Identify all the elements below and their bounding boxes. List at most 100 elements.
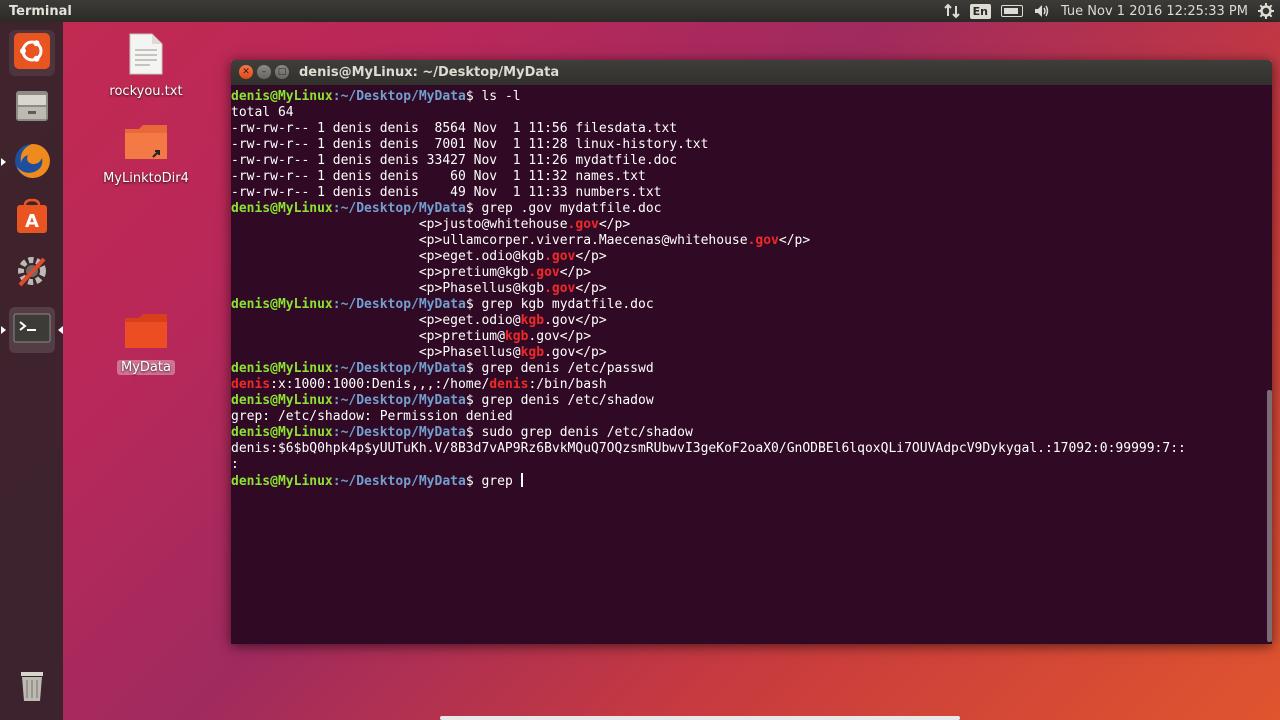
dash-home-button[interactable] — [9, 30, 55, 76]
volume-icon[interactable] — [1033, 3, 1051, 19]
output-text: </p> — [559, 265, 592, 280]
ubuntu-logo-icon — [14, 33, 50, 73]
output-text: :/bin/bash — [528, 377, 607, 392]
match-highlight: kgb — [504, 329, 529, 344]
desktop-icon-label: rockyou.txt — [109, 84, 183, 99]
desktop-icon-label: MyLinktoDir4 — [103, 171, 189, 186]
prompt-path: :~/Desktop/MyData — [332, 297, 466, 312]
prompt-path: :~/Desktop/MyData — [332, 201, 466, 216]
match-highlight: denis — [231, 377, 271, 392]
prompt-line: denis@MyLinux:~/Desktop/MyData$ ls -l — [231, 89, 1272, 105]
prompt-path: :~/Desktop/MyData — [332, 474, 466, 489]
keyboard-layout-indicator[interactable]: En — [969, 3, 991, 19]
command-text: $ ls -l — [465, 89, 521, 104]
match-highlight: denis — [489, 377, 529, 392]
minimize-button[interactable]: – — [257, 65, 271, 79]
scrollbar[interactable] — [1267, 390, 1272, 642]
terminal-output[interactable]: denis@MyLinux:~/Desktop/MyData$ ls -l tot… — [231, 85, 1272, 644]
launcher: A — [0, 22, 63, 720]
grep-match-line: <p>eget.odio@kgb.gov</p> — [231, 249, 1272, 265]
terminal-button[interactable] — [9, 307, 55, 353]
settings-icon — [12, 251, 52, 295]
match-highlight: kgb — [520, 313, 545, 328]
prompt-user: denis@MyLinux — [231, 361, 333, 376]
desktop-icon-label: MyData — [117, 360, 175, 375]
grep-match-line: <p>Phasellus@kgb.gov</p> — [231, 281, 1272, 297]
command-text: $ grep — [465, 474, 521, 489]
output-text: denis:$6$bQ0hpk4p$yUUTuKh.V/8B3d7vAP9Rz6… — [231, 441, 1186, 456]
grep-match-line: <p>eget.odio@kgb.gov</p> — [231, 313, 1272, 329]
network-icon[interactable] — [943, 3, 960, 19]
text-file-icon — [91, 32, 201, 80]
output-text: grep: /etc/shadow: Permission denied — [231, 409, 513, 424]
match-highlight: .gov — [528, 265, 560, 280]
terminal-window: ✕ – □ denis@MyLinux: ~/Desktop/MyData de… — [231, 60, 1272, 644]
svg-text:A: A — [25, 211, 39, 232]
output-text: </p> — [575, 249, 607, 264]
command-text: $ grep denis /etc/passwd — [465, 361, 654, 376]
prompt-user: denis@MyLinux — [231, 89, 333, 104]
output-text: .gov</p> — [528, 329, 592, 344]
match-highlight: .gov — [567, 217, 599, 232]
grep-match-line: <p>pretium@kgb.gov</p> — [231, 265, 1272, 281]
prompt-user: denis@MyLinux — [231, 474, 333, 489]
output-text: <p>pretium@kgb — [231, 265, 529, 280]
gear-icon[interactable] — [1258, 3, 1274, 19]
top-panel: Terminal En Tue Nov 1 2016 12:25:33 PM — [0, 0, 1280, 22]
output-line: -rw-rw-r-- 1 denis denis 7001 Nov 1 11:2… — [231, 137, 1272, 153]
maximize-button[interactable]: □ — [275, 65, 289, 79]
output-text: </p> — [778, 233, 811, 248]
output-text: total 64 — [231, 105, 294, 120]
battery-icon[interactable] — [1000, 5, 1023, 17]
prompt-user: denis@MyLinux — [231, 297, 333, 312]
folder-icon — [91, 312, 201, 356]
match-highlight: .gov — [747, 233, 779, 248]
output-text: .gov</p> — [544, 345, 607, 360]
desktop-icon-mylinktodir4[interactable]: MyLinktoDir4 — [91, 123, 201, 186]
grep-match-line: denis:x:1000:1000:Denis,,,:/home/denis:/… — [231, 377, 1272, 393]
indicator-area: En Tue Nov 1 2016 12:25:33 PM — [943, 0, 1274, 22]
prompt-path: :~/Desktop/MyData — [332, 361, 466, 376]
grep-match-line: <p>Phasellus@kgb.gov</p> — [231, 345, 1272, 361]
output-text: </p> — [598, 217, 631, 232]
maximize-icon: □ — [277, 66, 287, 77]
output-text: <p>Phasellus@kgb — [231, 281, 545, 296]
close-button[interactable]: ✕ — [239, 65, 253, 79]
software-center-icon: A — [12, 197, 52, 241]
window-title: denis@MyLinux: ~/Desktop/MyData — [299, 65, 560, 80]
trash-icon — [12, 665, 52, 709]
desktop-icon-rockyou[interactable]: rockyou.txt — [91, 32, 201, 99]
text-cursor — [520, 473, 523, 487]
prompt-user: denis@MyLinux — [231, 393, 333, 408]
clock[interactable]: Tue Nov 1 2016 12:25:33 PM — [1061, 4, 1248, 19]
prompt-line: denis@MyLinux:~/Desktop/MyData$ grep den… — [231, 393, 1272, 409]
prompt-line: denis@MyLinux:~/Desktop/MyData$ grep .go… — [231, 201, 1272, 217]
window-titlebar[interactable]: ✕ – □ denis@MyLinux: ~/Desktop/MyData — [231, 60, 1272, 85]
trash-button[interactable] — [9, 664, 55, 710]
output-text: -rw-rw-r-- 1 denis denis 33427 Nov 1 11:… — [231, 153, 678, 168]
output-line: -rw-rw-r-- 1 denis denis 60 Nov 1 11:32 … — [231, 169, 1272, 185]
close-icon: ✕ — [242, 66, 250, 77]
output-line: -rw-rw-r-- 1 denis denis 49 Nov 1 11:33 … — [231, 185, 1272, 201]
output-line: -rw-rw-r-- 1 denis denis 33427 Nov 1 11:… — [231, 153, 1272, 169]
prompt-line: denis@MyLinux:~/Desktop/MyData$ grep kgb… — [231, 297, 1272, 313]
output-text: -rw-rw-r-- 1 denis denis 60 Nov 1 11:32 … — [231, 169, 646, 184]
command-text: $ grep denis /etc/shadow — [465, 393, 654, 408]
terminal-icon — [12, 308, 52, 352]
bottom-edge-bar — [440, 716, 960, 720]
system-settings-button[interactable] — [9, 250, 55, 296]
prompt-path: :~/Desktop/MyData — [332, 89, 466, 104]
output-line: : — [231, 457, 1272, 473]
output-text: : — [231, 457, 239, 472]
software-center-button[interactable]: A — [9, 196, 55, 242]
firefox-button[interactable] — [9, 140, 55, 186]
output-text: <p>pretium@ — [231, 329, 505, 344]
output-text: -rw-rw-r-- 1 denis denis 49 Nov 1 11:33 … — [231, 185, 662, 200]
prompt-line: denis@MyLinux:~/Desktop/MyData$ sudo gre… — [231, 425, 1272, 441]
minimize-icon: – — [261, 66, 267, 77]
folder-link-icon — [91, 123, 201, 167]
desktop-icon-mydata[interactable]: MyData — [91, 312, 201, 375]
output-text: <p>justo@whitehouse — [231, 217, 568, 232]
files-button[interactable] — [9, 84, 55, 130]
grep-match-line: <p>justo@whitehouse.gov</p> — [231, 217, 1272, 233]
